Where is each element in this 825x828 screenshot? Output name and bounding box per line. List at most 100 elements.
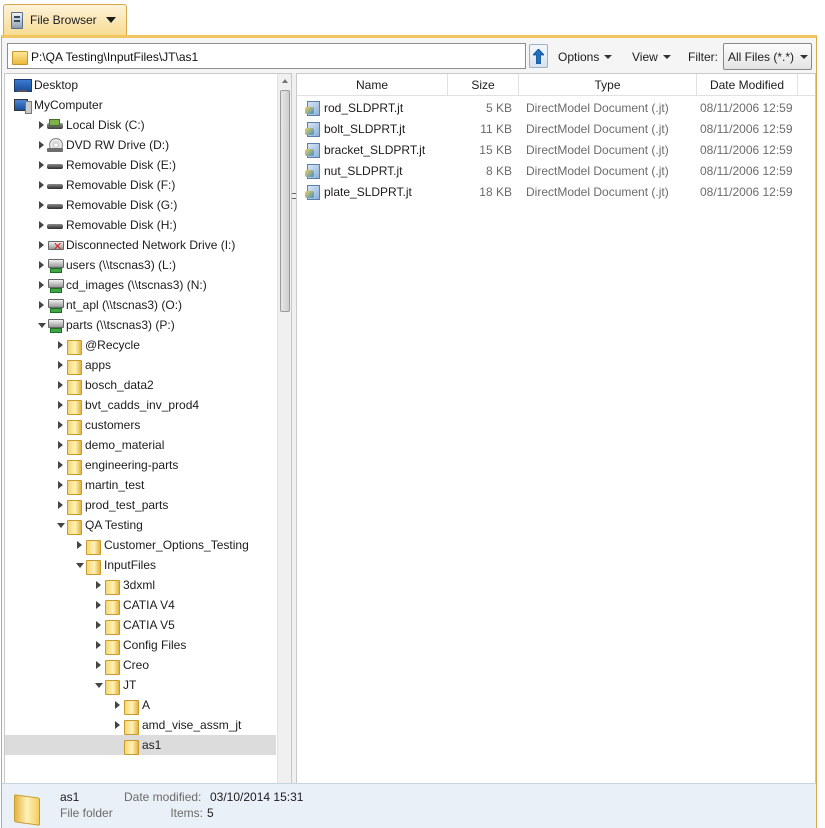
tree-item[interactable]: amd_vise_assm_jt <box>5 715 276 735</box>
file-row[interactable]: plate_SLDPRT.jt 18 KB DirectModel Document… <box>297 181 815 202</box>
tree-item[interactable]: Removable Disk (F:) <box>5 175 276 195</box>
chevron-right-icon[interactable] <box>39 141 44 149</box>
tree-item[interactable]: Local Disk (C:) <box>5 115 276 135</box>
details-modified-value: 03/10/2014 15:31 <box>210 790 304 804</box>
tree-item[interactable]: nt_apl (\\tscnas3) (O:) <box>5 295 276 315</box>
chevron-down-icon[interactable] <box>57 523 65 528</box>
chevron-right-icon[interactable] <box>39 261 44 269</box>
tree-item[interactable]: CATIA V4 <box>5 595 276 615</box>
chevron-right-icon[interactable] <box>58 381 63 389</box>
chevron-right-icon[interactable] <box>39 161 44 169</box>
scroll-thumb[interactable] <box>280 90 290 312</box>
tree-item[interactable]: Disconnected Network Drive (I:) <box>5 235 276 255</box>
tree-item[interactable]: customers <box>5 415 276 435</box>
file-row[interactable]: bolt_SLDPRT.jt 11 KB DirectModel Document … <box>297 118 815 139</box>
file-browser-icon <box>11 12 23 29</box>
tree-item[interactable]: Creo <box>5 655 276 675</box>
tree-item[interactable]: parts (\\tscnas3) (P:) <box>5 315 276 335</box>
chevron-right-icon[interactable] <box>96 661 101 669</box>
options-menu-button[interactable]: Options <box>558 50 613 64</box>
chevron-down-icon[interactable] <box>76 563 84 568</box>
folder-tree[interactable]: Desktop MyComputer Local Disk (C:) DVD RW D… <box>4 73 292 816</box>
chevron-right-icon[interactable] <box>77 541 82 549</box>
chevron-right-icon[interactable] <box>39 301 44 309</box>
dvd-icon <box>47 137 63 153</box>
chevron-right-icon[interactable] <box>58 481 63 489</box>
tree-item[interactable]: engineering-parts <box>5 455 276 475</box>
chevron-right-icon[interactable] <box>39 281 44 289</box>
tree-item[interactable]: Removable Disk (H:) <box>5 215 276 235</box>
tree-item-label: Creo <box>123 658 150 672</box>
chevron-right-icon[interactable] <box>58 341 63 349</box>
tree-item[interactable]: 3dxml <box>5 575 276 595</box>
tree-item[interactable]: InputFiles <box>5 555 276 575</box>
tree-item[interactable]: @Recycle <box>5 335 276 355</box>
view-menu-button[interactable]: View <box>632 50 671 64</box>
tree-item[interactable]: apps <box>5 355 276 375</box>
file-type: DirectModel Document (.jt) <box>526 101 669 115</box>
tree-item[interactable]: Removable Disk (G:) <box>5 195 276 215</box>
tree-item[interactable]: as1 <box>5 735 276 755</box>
file-list-header: Name Size Type Date Modified <box>297 74 815 96</box>
tree-item-label: A <box>142 698 151 712</box>
tree-item[interactable]: prod_test_parts <box>5 495 276 515</box>
column-header-type[interactable]: Type <box>519 74 697 96</box>
file-row[interactable]: rod_SLDPRT.jt 5 KB DirectModel Document (.… <box>297 97 815 118</box>
file-name: bracket_SLDPRT.jt <box>324 143 426 157</box>
tree-item[interactable]: cd_images (\\tscnas3) (N:) <box>5 275 276 295</box>
tree-item[interactable]: bvt_cadds_inv_prod4 <box>5 395 276 415</box>
tree-item[interactable]: A <box>5 695 276 715</box>
tree-item-label: demo_material <box>85 438 165 452</box>
tree-item[interactable]: DVD RW Drive (D:) <box>5 135 276 155</box>
chevron-right-icon[interactable] <box>58 501 63 509</box>
tree-item[interactable]: Desktop <box>5 75 276 95</box>
column-header-name[interactable]: Name <box>297 74 448 96</box>
file-list[interactable]: Name Size Type Date Modified rod_SLDPRT.… <box>296 73 816 816</box>
chevron-right-icon[interactable] <box>58 441 63 449</box>
tree-item[interactable]: CATIA V5 <box>5 615 276 635</box>
tree-item[interactable]: users (\\tscnas3) (L:) <box>5 255 276 275</box>
tree-item[interactable]: Removable Disk (E:) <box>5 155 276 175</box>
chevron-right-icon[interactable] <box>96 641 101 649</box>
chevron-down-icon[interactable] <box>95 683 103 688</box>
chevron-right-icon[interactable] <box>39 241 44 249</box>
filter-select[interactable]: All Files (*.*) <box>723 43 812 70</box>
tree-item[interactable]: Config Files <box>5 635 276 655</box>
file-type: DirectModel Document (.jt) <box>526 143 669 157</box>
tree-item[interactable]: MyComputer <box>5 95 276 115</box>
chevron-right-icon[interactable] <box>58 461 63 469</box>
chevron-right-icon[interactable] <box>39 221 44 229</box>
chevron-right-icon[interactable] <box>39 201 44 209</box>
tab-strip: File Browser <box>0 0 825 35</box>
folder-icon <box>85 557 101 575</box>
tree-item[interactable]: JT <box>5 675 276 695</box>
chevron-right-icon[interactable] <box>58 421 63 429</box>
scroll-up-icon[interactable] <box>282 79 288 83</box>
tree-item[interactable]: demo_material <box>5 435 276 455</box>
tree-vertical-scrollbar[interactable] <box>277 74 291 799</box>
file-row[interactable]: nut_SLDPRT.jt 8 KB DirectModel Document (.… <box>297 160 815 181</box>
chevron-right-icon[interactable] <box>96 621 101 629</box>
chevron-right-icon[interactable] <box>39 121 44 129</box>
chevron-right-icon[interactable] <box>96 581 101 589</box>
file-row[interactable]: bracket_SLDPRT.jt 15 KB DirectModel Docume… <box>297 139 815 160</box>
tab-menu-chevron-icon[interactable] <box>106 17 116 23</box>
disconnected-drive-icon <box>47 237 64 253</box>
tree-item[interactable]: martin_test <box>5 475 276 495</box>
chevron-right-icon[interactable] <box>58 401 63 409</box>
column-header-date-modified[interactable]: Date Modified <box>697 74 798 96</box>
path-input[interactable]: P:\QA Testing\InputFiles\JT\as1 <box>7 43 526 69</box>
tree-item[interactable]: Customer_Options_Testing <box>5 535 276 555</box>
chevron-down-icon[interactable] <box>38 323 46 328</box>
chevron-right-icon[interactable] <box>115 701 120 709</box>
column-header-size[interactable]: Size <box>448 74 519 96</box>
chevron-right-icon[interactable] <box>39 181 44 189</box>
chevron-right-icon[interactable] <box>115 721 120 729</box>
network-drive-icon <box>47 297 64 313</box>
up-folder-button[interactable] <box>529 44 548 68</box>
chevron-right-icon[interactable] <box>58 361 63 369</box>
tree-item[interactable]: QA Testing <box>5 515 276 535</box>
chevron-right-icon[interactable] <box>96 601 101 609</box>
tree-item[interactable]: bosch_data2 <box>5 375 276 395</box>
tab-file-browser[interactable]: File Browser <box>3 4 127 35</box>
